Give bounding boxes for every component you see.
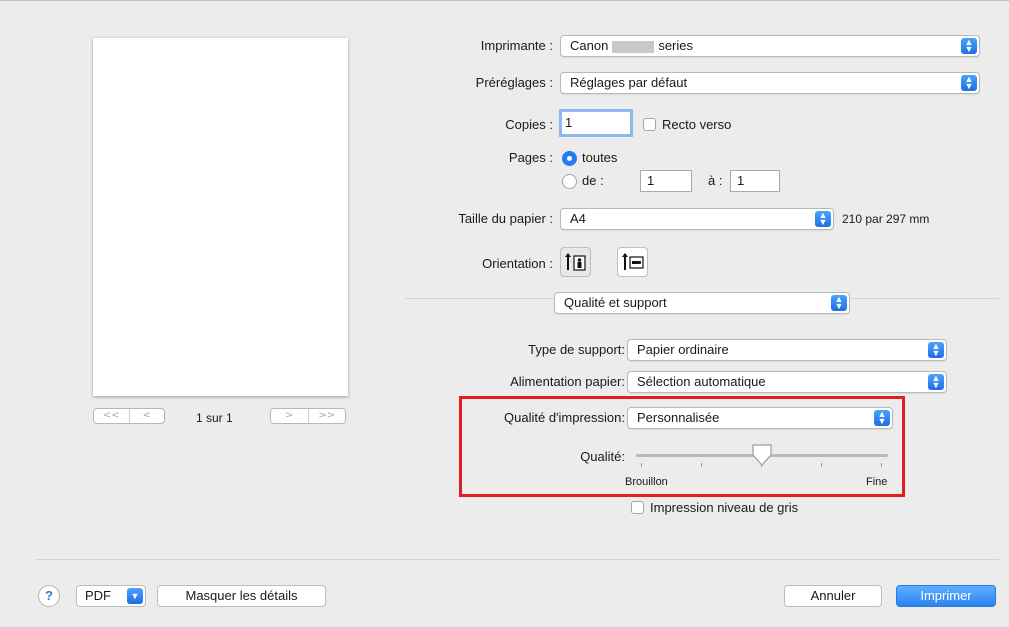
previous-page-button[interactable]: < [128,409,165,423]
print-button[interactable]: Imprimer [896,585,996,607]
pages-to-field[interactable]: 1 [730,170,780,192]
grayscale-checkbox[interactable] [631,501,644,514]
printer-label: Imprimante : [480,38,553,53]
updown-chevron-icon: ▲ ▼ [831,295,847,311]
redacted-model [612,40,655,53]
preview-forward-buttons[interactable]: > >> [270,408,346,424]
pages-all-label: toutes [582,150,618,165]
media-type-label: Type de support: [528,342,625,357]
pages-all-radio[interactable] [562,151,577,166]
orientation-portrait-button[interactable] [560,247,591,277]
section-value: Qualité et support [564,295,667,310]
portrait-icon [565,253,586,271]
next-page-button[interactable]: > [271,409,308,423]
printer-select[interactable]: Canon series ▲ ▼ [560,35,980,57]
slider-max-label: Fine [866,476,888,488]
print-dialog: << < 1 sur 1 > >> Imprimante : Canon seri… [0,0,1009,628]
footer-divider [36,559,999,560]
presets-select[interactable]: Réglages par défaut ▲ ▼ [560,72,980,94]
presets-value: Réglages par défaut [570,75,688,90]
slider-tick [641,463,642,467]
landscape-icon [622,253,644,270]
last-page-button[interactable]: >> [307,409,346,423]
help-button[interactable]: ? [38,585,60,607]
slider-min-label: Brouillon [625,476,668,488]
pages-from-label: de : [582,173,604,188]
paper-size-select[interactable]: A4 ▲ ▼ [560,208,834,230]
updown-chevron-icon: ▲ ▼ [928,342,944,358]
pdf-menu-button[interactable]: PDF ▼ [76,585,146,607]
section-select[interactable]: Qualité et support ▲ ▼ [554,292,850,314]
pages-range-radio[interactable] [562,174,577,189]
slider-tick [881,463,882,467]
presets-label: Préréglages : [475,75,553,90]
orientation-landscape-button[interactable] [617,247,648,277]
pdf-label: PDF [85,588,111,603]
grayscale-label: Impression niveau de gris [650,500,799,515]
page-preview [93,38,348,396]
copies-field[interactable]: 1 [559,109,633,137]
print-quality-label: Qualité d'impression: [504,410,625,425]
cancel-button[interactable]: Annuler [784,585,882,607]
printer-model-prefix: Canon [570,38,609,53]
printer-model-suffix: series [658,38,693,53]
pages-from-field[interactable]: 1 [640,170,692,192]
media-type-value: Papier ordinaire [637,342,729,357]
print-quality-value: Personnalisée [637,410,720,425]
paper-source-select[interactable]: Sélection automatique ▲ ▼ [627,371,947,393]
paper-size-label: Taille du papier : [458,211,553,226]
pages-label: Pages : [508,150,553,165]
preview-back-buttons[interactable]: << < [93,408,165,424]
pages-to-label: à : [708,173,723,188]
duplex-label: Recto verso [662,117,732,132]
paper-size-value: A4 [570,211,586,226]
updown-chevron-icon: ▲ ▼ [961,75,977,91]
first-page-button[interactable]: << [94,409,129,423]
slider-tick [821,463,822,467]
paper-source-value: Sélection automatique [637,374,766,389]
chevron-down-icon: ▼ [127,588,143,604]
paper-source-label: Alimentation papier: [510,374,625,389]
duplex-checkbox[interactable] [643,118,656,131]
page-counter: 1 sur 1 [196,411,233,425]
updown-chevron-icon: ▲ ▼ [815,211,831,227]
updown-chevron-icon: ▲ ▼ [928,374,944,390]
slider-thumb[interactable] [751,443,773,467]
orientation-label: Orientation : [482,256,553,271]
hide-details-button[interactable]: Masquer les détails [157,585,326,607]
print-quality-select[interactable]: Personnalisée ▲ ▼ [627,407,893,429]
copies-label: Copies : [505,117,553,132]
paper-dimensions: 210 par 297 mm [842,212,930,226]
media-type-select[interactable]: Papier ordinaire ▲ ▼ [627,339,947,361]
quality-slider-label: Qualité: [580,449,625,464]
updown-chevron-icon: ▲ ▼ [961,38,977,54]
slider-tick [701,463,702,467]
updown-chevron-icon: ▲ ▼ [874,410,890,426]
